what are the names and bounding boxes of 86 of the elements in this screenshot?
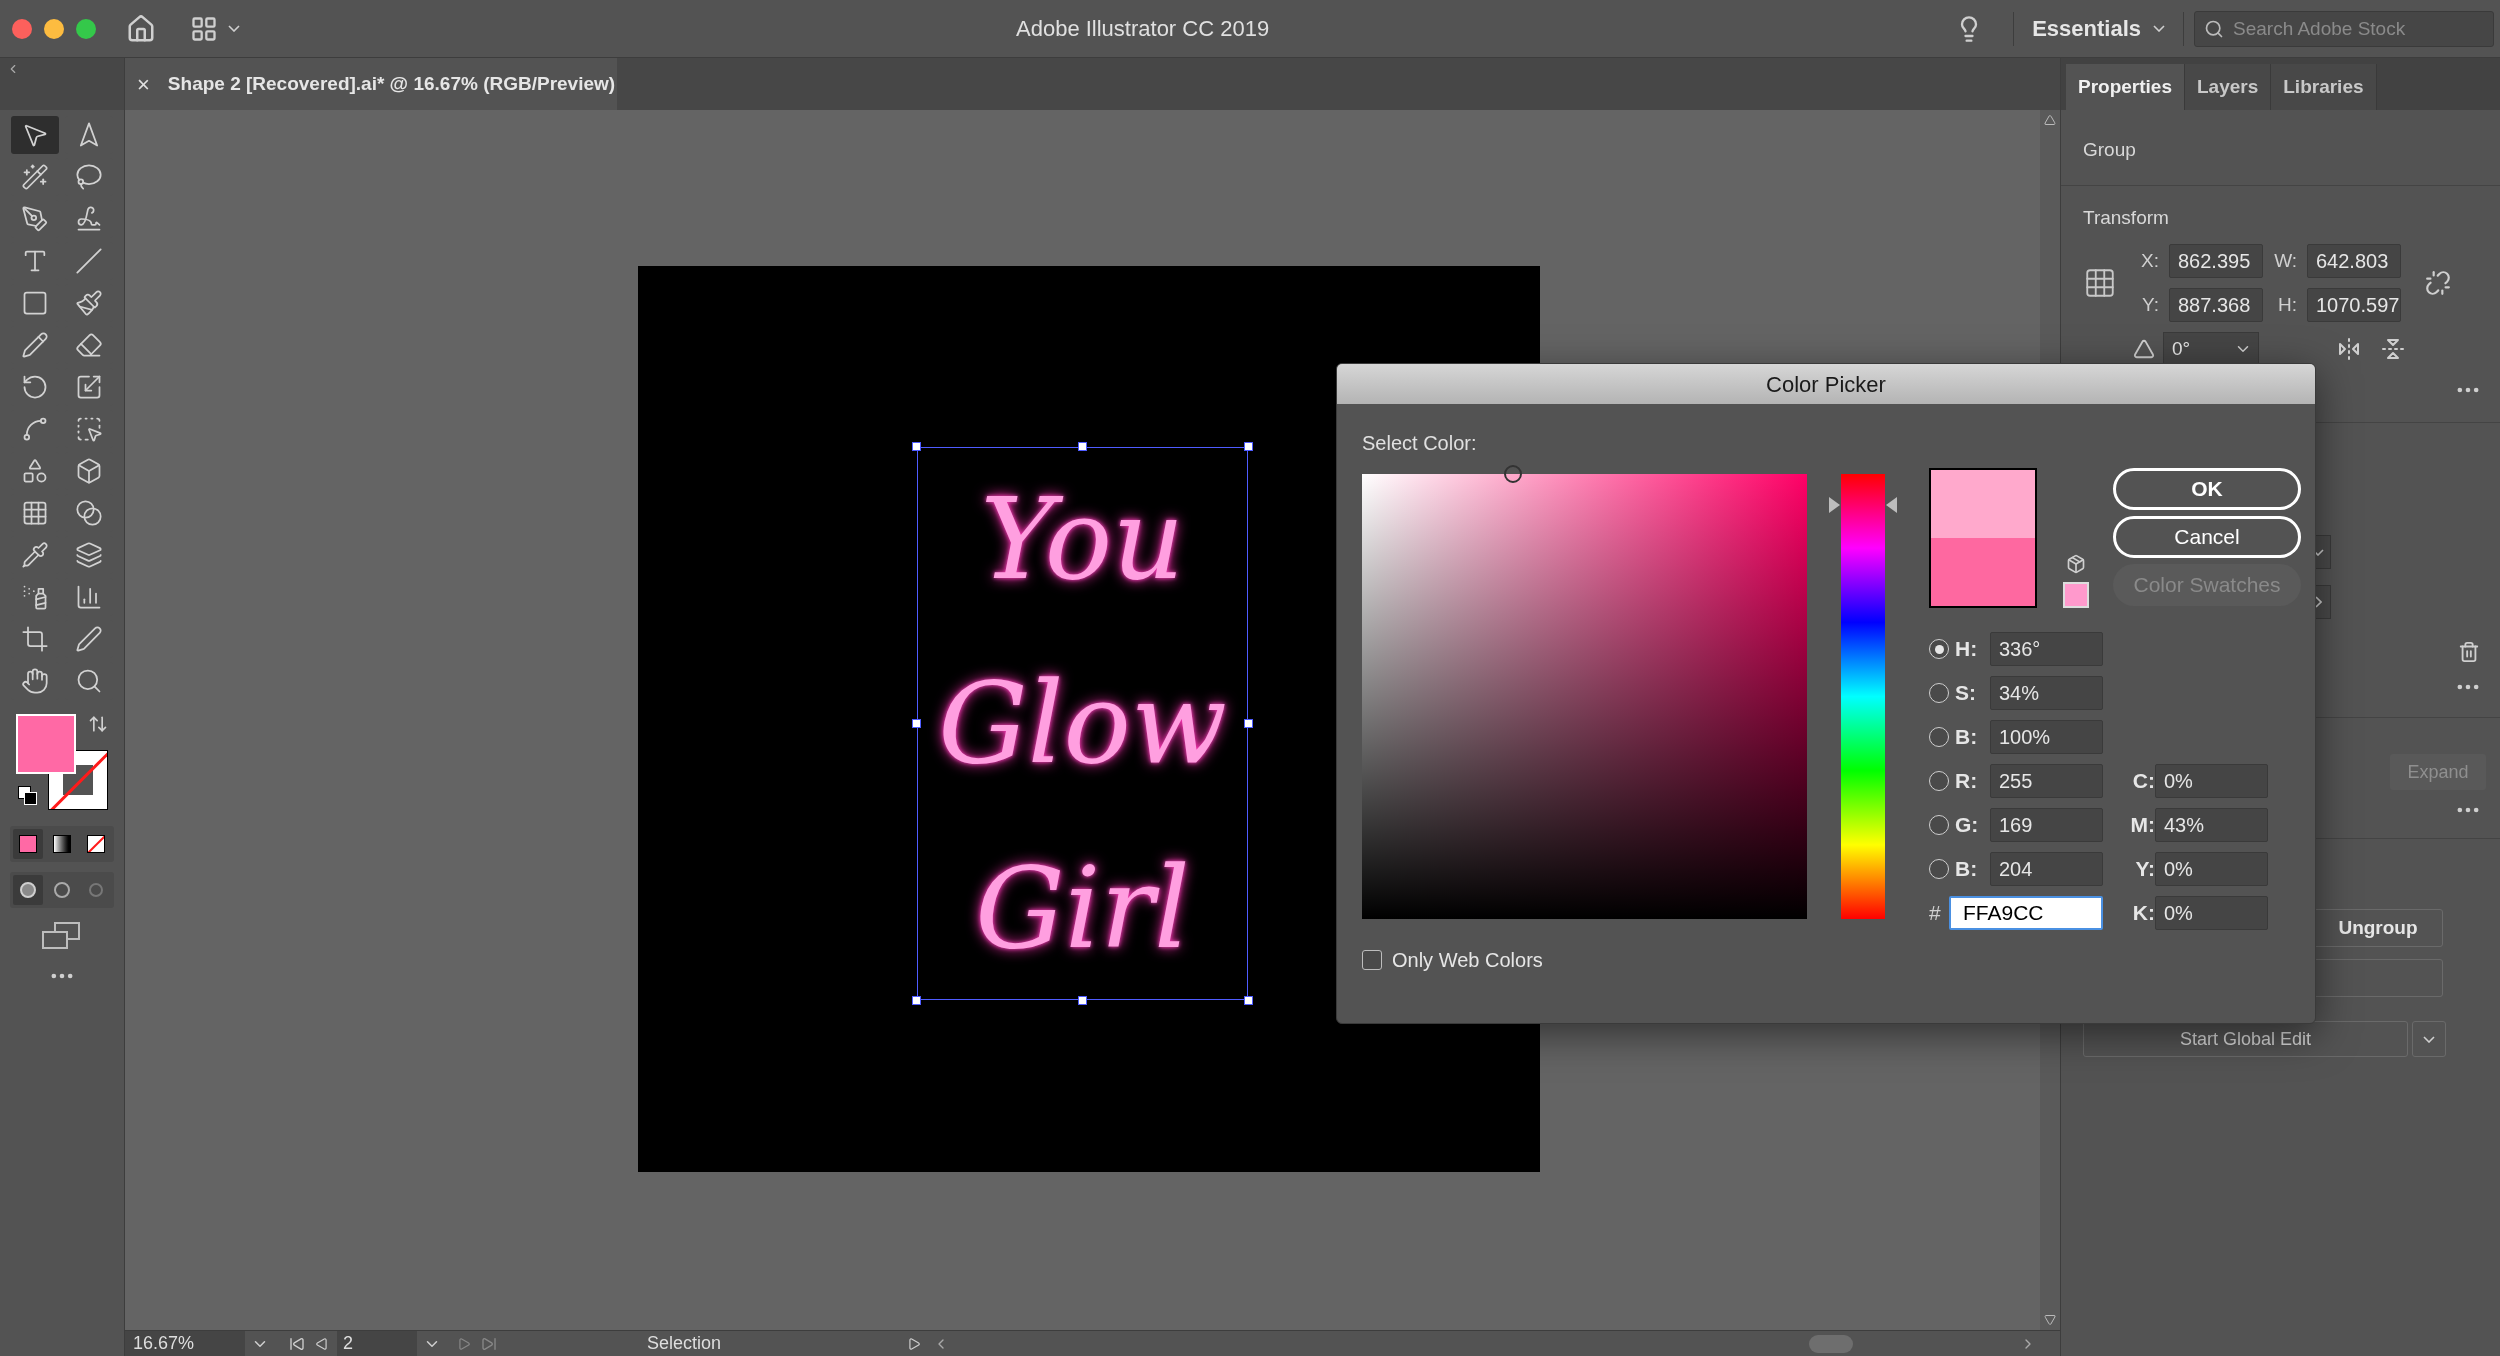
transform-field[interactable]: 862.395 (2169, 244, 2263, 278)
previous-artboard-icon[interactable] (315, 1336, 329, 1351)
status-menu-icon[interactable] (907, 1336, 922, 1351)
document-title: Shape 2 [Recovered].ai* @ 16.67% (RGB/Preview) (167, 71, 616, 96)
fill-swatch[interactable] (16, 714, 76, 774)
cmyk-label: Y: (2134, 856, 2155, 883)
cmyk-label: M: (2129, 812, 2155, 839)
section-title: Transform (2083, 205, 2170, 230)
window-title: Adobe Illustrator CC 2019 (1016, 15, 1270, 43)
web-safe-color-swatch[interactable] (2063, 582, 2089, 608)
field-label: W: (2273, 248, 2297, 273)
field-label: X: (2140, 248, 2159, 273)
channel-radio[interactable]: S: (1929, 676, 1990, 710)
select-color-label: Select Color: (1362, 431, 1478, 455)
dialog-button[interactable]: Cancel (2113, 516, 2301, 558)
search-icon (2204, 18, 2224, 39)
document-tab[interactable]: × Shape 2 [Recovered].ai* @ 16.67% (RGB/Preview) (125, 58, 617, 110)
cmyk-value-field[interactable]: 43% (2155, 808, 2268, 842)
search-field[interactable]: Search Adobe Stock (2194, 10, 2494, 47)
hex-label: # (1929, 900, 1942, 927)
workspace-switcher[interactable]: Essentials (2014, 12, 2183, 45)
hex-field[interactable]: FFA9CC (1949, 896, 2103, 930)
panel-tab[interactable]: Properties (2066, 64, 2185, 110)
dialog-title: Color Picker (1766, 370, 1886, 399)
swap-icon[interactable] (88, 714, 108, 734)
channel-radio[interactable]: B: (1929, 720, 1990, 754)
panel-tab[interactable]: Libraries (2271, 64, 2377, 110)
screen-mode-icon[interactable] (42, 922, 82, 950)
cmyk-value-field[interactable]: 0% (2155, 896, 2268, 930)
channel-value-field[interactable]: 204 (1990, 852, 2103, 886)
channel-value-field[interactable]: 255 (1990, 764, 2103, 798)
channel-value-field[interactable]: 100% (1990, 720, 2103, 754)
channel-value-field[interactable]: 169 (1990, 808, 2103, 842)
color-mode-button[interactable] (13, 829, 43, 859)
channel-value-field[interactable]: 34% (1990, 676, 2103, 710)
layout-icon[interactable] (190, 14, 218, 43)
constrain-link-icon[interactable] (2425, 270, 2451, 296)
trash-icon[interactable] (2458, 641, 2480, 663)
first-artboard-icon[interactable] (289, 1335, 305, 1352)
chevron-down-icon (228, 25, 240, 32)
channel-radio[interactable]: H: (1929, 632, 1990, 666)
transform-field[interactable]: 1070.597 (2307, 288, 2401, 322)
flip-vertical-icon[interactable] (2381, 337, 2405, 361)
rotation-field[interactable]: 0° (2163, 332, 2259, 366)
cmyk-label: K: (2131, 900, 2155, 927)
hue-slider-handle[interactable] (1829, 497, 1897, 514)
only-web-colors-checkbox[interactable]: Only Web Colors (1362, 945, 1897, 975)
default-colors-icon[interactable] (18, 786, 38, 806)
color-field[interactable] (1362, 474, 1807, 919)
channel-radio[interactable]: B: (1929, 852, 1990, 886)
home-icon[interactable] (126, 13, 156, 44)
zoom-level-field[interactable]: 16.67% (125, 1330, 245, 1356)
cmyk-value-field[interactable]: 0% (2155, 852, 2268, 886)
cube-icon[interactable] (2066, 554, 2086, 574)
channel-value-field[interactable]: 336° (1990, 632, 2103, 666)
object-type-label: Group (2083, 138, 2137, 162)
draw-normal-icon[interactable] (13, 875, 43, 905)
panel-tab[interactable]: Layers (2185, 64, 2272, 110)
flip-horizontal-icon[interactable] (2337, 337, 2361, 361)
chevron-right-icon (2315, 596, 2322, 608)
chevron-down-icon (2423, 1035, 2435, 1043)
hue-slider[interactable] (1829, 474, 1897, 919)
transform-field[interactable]: 887.368 (2169, 288, 2263, 322)
neon-script-text: Glow (938, 667, 1227, 780)
chevron-down-icon (2153, 25, 2165, 32)
neon-script-text: You (980, 483, 1185, 596)
horizontal-scroll-thumb[interactable] (1809, 1334, 1854, 1353)
current-tool-label: Selection (647, 1332, 722, 1355)
neon-script-text: Girl (975, 851, 1190, 964)
channel-radio[interactable]: R: (1929, 764, 1990, 798)
color-field-marker[interactable] (1504, 465, 1522, 483)
scroll-down-icon[interactable] (2044, 1314, 2056, 1326)
selection-bounding-box[interactable] (912, 442, 1253, 1005)
cmyk-label: C: (2131, 768, 2155, 795)
cmyk-value-field[interactable]: 0% (2155, 764, 2268, 798)
channel-radio[interactable]: G: (1929, 808, 1990, 842)
field-label: Y: (2141, 292, 2159, 317)
dialog-button[interactable]: OK (2113, 468, 2301, 510)
dropdown-button[interactable] (2412, 1021, 2446, 1057)
close-tab-icon[interactable]: × (137, 67, 150, 101)
transform-field[interactable]: 642.803 (2307, 244, 2401, 278)
reference-point-icon[interactable] (2083, 266, 2117, 300)
scroll-up-icon[interactable] (2044, 114, 2056, 126)
angle-icon (2133, 338, 2155, 360)
artboard-number-field[interactable]: 2 (337, 1330, 417, 1356)
field-label: H: (2277, 292, 2297, 317)
